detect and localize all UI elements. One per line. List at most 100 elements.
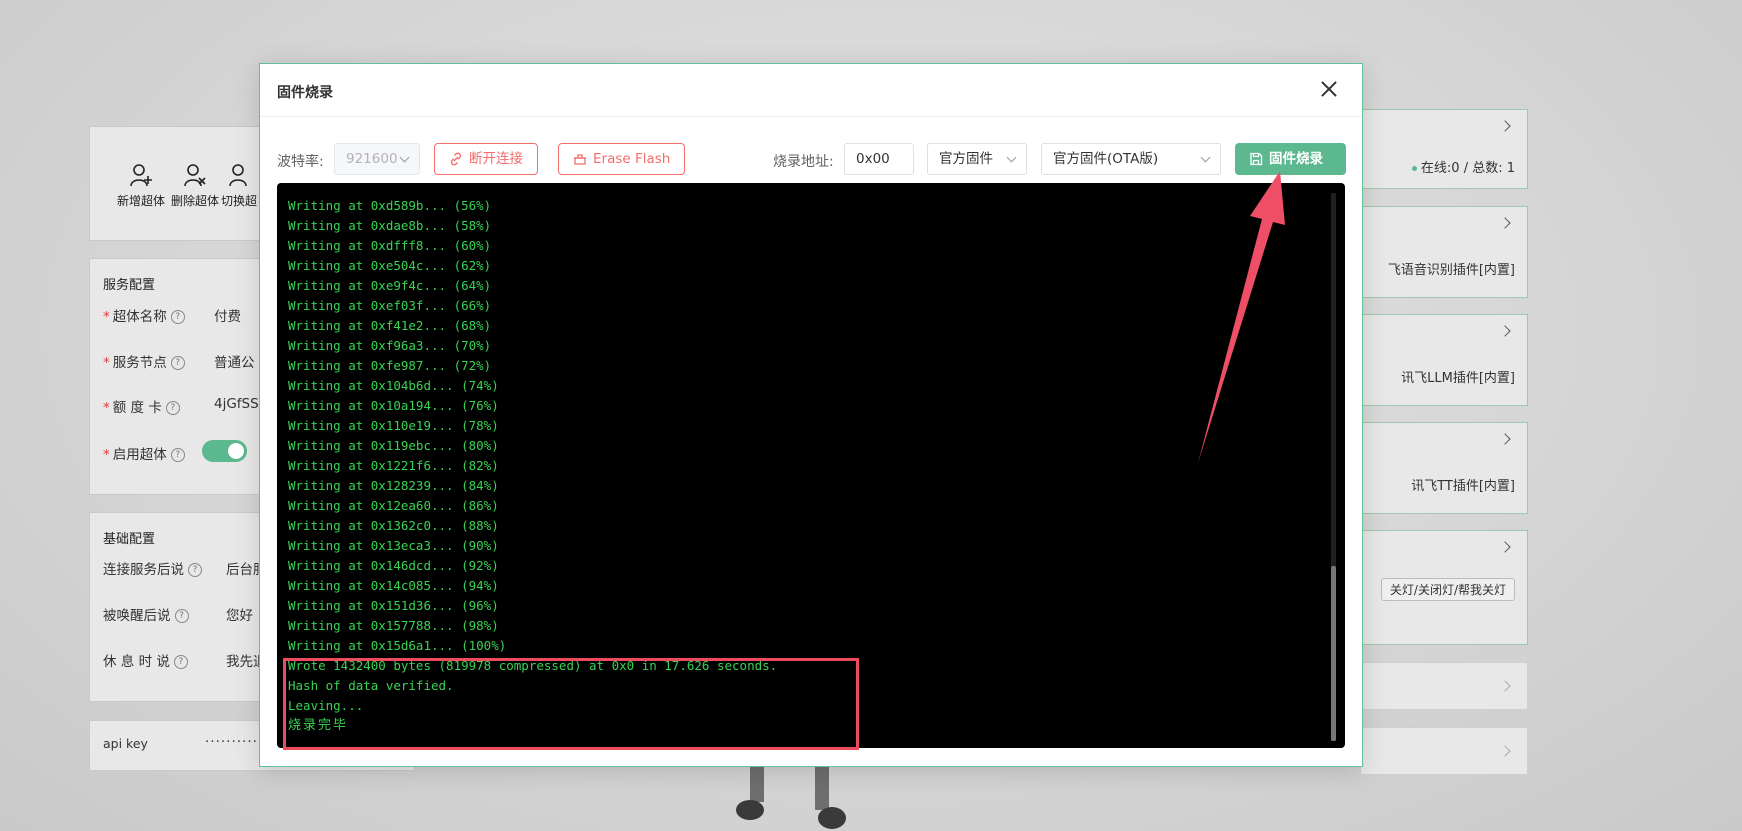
- enable-agent-label: * 启用超体?: [103, 443, 185, 463]
- llm-plugin-panel[interactable]: 讯飞LLM插件[内置]: [1360, 314, 1528, 406]
- enable-agent-toggle[interactable]: [202, 440, 247, 462]
- chevron-down-icon: [399, 152, 410, 163]
- log-line: Writing at 0x104b6d... (74%): [288, 378, 499, 393]
- toggle-knob: [228, 443, 244, 459]
- add-agent-label: 新增超体: [116, 194, 165, 208]
- user-switch-icon: [229, 164, 247, 187]
- wake-msg-label: 被唤醒后说?: [103, 604, 189, 624]
- online-count: 在线:0 / 总数: 1: [1411, 157, 1515, 176]
- command-panel[interactable]: 关灯/关闭灯/帮我关灯: [1360, 530, 1528, 645]
- basic-config-title: 基础配置: [103, 532, 156, 547]
- asr-plugin-label: 飞语音识别插件[内置]: [1387, 263, 1515, 278]
- dialog-header: 固件烧录: [260, 64, 1362, 117]
- switch-agent-label: 切换超: [221, 194, 258, 208]
- tts-plugin-label: 讯飞TT插件[内置]: [1411, 479, 1515, 494]
- figure-legs-graphic: [736, 760, 846, 829]
- save-icon: [1250, 152, 1263, 166]
- log-line: Writing at 0xe504c... (62%): [288, 258, 492, 273]
- log-line: Writing at 0x146dcd... (92%): [288, 558, 499, 573]
- help-icon: ?: [170, 448, 185, 462]
- log-line: Writing at 0x157788... (98%): [288, 618, 499, 633]
- chevron-right-icon: [1499, 120, 1511, 132]
- highlight-box-annotation: [283, 658, 859, 750]
- help-icon: ?: [165, 401, 180, 415]
- chevron-right-icon: [1499, 680, 1511, 692]
- chevron-down-icon: [1200, 152, 1211, 163]
- chevron-right-icon: [1499, 433, 1511, 445]
- chevron-right-icon: [1499, 745, 1511, 757]
- chevron-down-icon: [1006, 152, 1017, 163]
- log-scrollbar[interactable]: [1331, 193, 1336, 741]
- log-line: Writing at 0x119ebc... (80%): [288, 438, 499, 453]
- delete-agent-button[interactable]: 删除超体: [167, 162, 223, 209]
- command-tag: 关灯/关闭灯/帮我关灯: [1380, 578, 1515, 601]
- collapsed-panel-1[interactable]: [1360, 662, 1528, 710]
- collapsed-panel-2[interactable]: [1360, 727, 1528, 775]
- llm-plugin-label: 讯飞LLM插件[内置]: [1401, 371, 1515, 386]
- baud-rate-value: 921600: [346, 151, 398, 167]
- help-icon: ?: [188, 563, 202, 577]
- log-line: Writing at 0x1221f6... (82%): [288, 458, 499, 473]
- rest-msg-label: 休 息 时 说?: [103, 650, 188, 670]
- log-line: Writing at 0x12ea60... (86%): [288, 498, 499, 513]
- add-agent-button[interactable]: 新增超体: [113, 162, 169, 209]
- wake-msg-input[interactable]: 您好: [226, 604, 253, 624]
- agent-name-input[interactable]: 付费: [214, 305, 241, 325]
- help-icon: ?: [173, 655, 188, 669]
- log-line: Writing at 0x151d36... (96%): [288, 598, 499, 613]
- baud-rate-select[interactable]: 921600: [334, 143, 420, 175]
- api-key-input[interactable]: ··········: [205, 734, 258, 750]
- log-line: Writing at 0x13eca3... (90%): [288, 538, 499, 553]
- chevron-right-icon: [1499, 325, 1511, 337]
- log-line: Writing at 0xef03f... (66%): [288, 298, 492, 313]
- switch-agent-button[interactable]: 切换超: [221, 162, 261, 209]
- help-icon: ?: [170, 356, 185, 370]
- online-dot-icon: [1411, 166, 1417, 171]
- delete-agent-label: 删除超体: [170, 194, 219, 208]
- firmware-type-select[interactable]: 官方固件: [927, 143, 1027, 175]
- service-node-select[interactable]: 普通公: [214, 351, 255, 371]
- close-icon[interactable]: [1318, 78, 1340, 100]
- arrow-annotation: [1198, 171, 1285, 463]
- agent-name-label: * 超体名称?: [103, 305, 185, 325]
- log-line: Writing at 0x128239... (84%): [288, 478, 499, 493]
- scrollbar-thumb[interactable]: [1331, 566, 1336, 741]
- flash-address-value: 0x00: [856, 151, 890, 167]
- disconnect-button[interactable]: 断开连接: [434, 143, 538, 175]
- log-line: Writing at 0xdfff8... (60%): [288, 238, 492, 253]
- baud-rate-label: 波特率:: [277, 154, 324, 170]
- user-remove-icon: [184, 164, 206, 187]
- log-line: Writing at 0x15d6a1... (100%): [288, 638, 507, 653]
- firmware-version-value: 官方固件(OTA版): [1053, 151, 1159, 167]
- log-line: Writing at 0xd589b... (56%): [288, 198, 492, 213]
- log-line: Writing at 0xf41e2... (68%): [288, 318, 492, 333]
- connect-msg-label: 连接服务后说?: [103, 558, 202, 578]
- service-node-label: * 服务节点?: [103, 351, 185, 371]
- quota-card-input[interactable]: 4jGfSSt: [214, 396, 264, 412]
- log-line: Writing at 0xdae8b... (58%): [288, 218, 492, 233]
- asr-plugin-panel[interactable]: 飞语音识别插件[内置]: [1360, 206, 1528, 298]
- log-line: Writing at 0xfe987... (72%): [288, 358, 492, 373]
- service-config-title: 服务配置: [103, 278, 156, 293]
- status-panel[interactable]: 在线:0 / 总数: 1: [1360, 109, 1528, 189]
- tts-plugin-panel[interactable]: 讯飞TT插件[内置]: [1360, 422, 1528, 514]
- quota-card-label: * 额 度 卡?: [103, 396, 180, 416]
- user-add-icon: [130, 164, 152, 187]
- log-line: Writing at 0xf96a3... (70%): [288, 338, 492, 353]
- log-line: Writing at 0x14c085... (94%): [288, 578, 499, 593]
- chevron-right-icon: [1499, 217, 1511, 229]
- flash-address-input[interactable]: 0x00: [844, 143, 914, 175]
- dialog-title: 固件烧录: [277, 85, 333, 101]
- log-output: Writing at 0xd589b... (56%) Writing at 0x…: [288, 196, 777, 736]
- log-line: Writing at 0xe9f4c... (64%): [288, 278, 492, 293]
- erase-flash-label: Erase Flash: [593, 151, 671, 167]
- eraser-icon: [574, 154, 586, 165]
- erase-flash-button[interactable]: Erase Flash: [558, 143, 686, 175]
- log-line: Writing at 0x1362c0... (88%): [288, 518, 499, 533]
- log-line: Writing at 0x10a194... (76%): [288, 398, 499, 413]
- help-icon: ?: [174, 609, 189, 623]
- disconnect-label: 断开连接: [469, 151, 523, 167]
- api-key-label: api key: [103, 736, 148, 751]
- unlink-icon: [450, 152, 462, 166]
- chevron-right-icon: [1499, 541, 1511, 553]
